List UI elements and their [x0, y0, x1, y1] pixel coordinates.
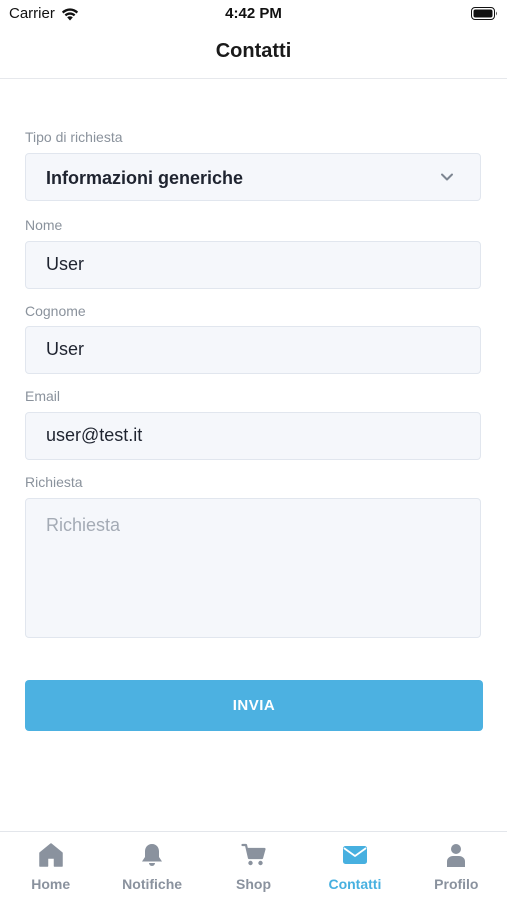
navigation-bar: Contatti	[0, 28, 507, 79]
page-title: Contatti	[215, 40, 292, 62]
tab-profile[interactable]: Profilo	[406, 832, 507, 900]
contacts-screen: Carrier 4:42 PM Contatti Tipo di richies…	[0, 0, 507, 900]
mail-icon	[342, 846, 367, 864]
tab-profile-label: Profilo	[434, 876, 479, 892]
email-field[interactable]: user@test.it	[25, 412, 481, 460]
cart-icon	[240, 843, 266, 866]
request-type-value: Informazioni generiche	[46, 168, 244, 188]
first-name-field[interactable]: User	[25, 241, 481, 289]
tab-bar: Home Notifiche Shop Contatti Profilo	[0, 831, 507, 900]
chevron-down-icon	[441, 173, 453, 181]
first-name-value: User	[46, 254, 85, 274]
tab-home-label: Home	[31, 876, 71, 892]
last-name-field[interactable]: User	[25, 326, 481, 374]
status-bar: Carrier 4:42 PM	[0, 0, 507, 28]
home-icon	[38, 843, 63, 867]
email-label: Email	[25, 388, 61, 404]
tab-shop-label: Shop	[236, 876, 272, 892]
request-placeholder: Richiesta	[46, 515, 121, 535]
first-name-label: Nome	[25, 217, 63, 233]
bell-icon	[142, 844, 163, 866]
submit-button[interactable]: INVIA	[25, 680, 483, 731]
request-type-label: Tipo di richiesta	[25, 129, 123, 145]
email-value: user@test.it	[46, 425, 143, 445]
last-name-label: Cognome	[25, 303, 86, 319]
status-time: 4:42 PM	[225, 5, 282, 22]
tab-contacts-label: Contatti	[328, 876, 382, 892]
tab-contacts[interactable]: Contatti	[304, 832, 405, 900]
tab-notifications[interactable]: Notifiche	[101, 832, 202, 900]
tab-shop[interactable]: Shop	[203, 832, 304, 900]
request-textarea[interactable]: Richiesta	[25, 498, 481, 638]
tab-home[interactable]: Home	[0, 832, 101, 900]
user-icon	[447, 844, 466, 867]
request-type-select[interactable]: Informazioni generiche	[25, 153, 481, 201]
last-name-value: User	[46, 339, 85, 359]
tab-notifications-label: Notifiche	[122, 876, 183, 892]
request-label: Richiesta	[25, 474, 83, 490]
battery-icon	[471, 7, 497, 20]
